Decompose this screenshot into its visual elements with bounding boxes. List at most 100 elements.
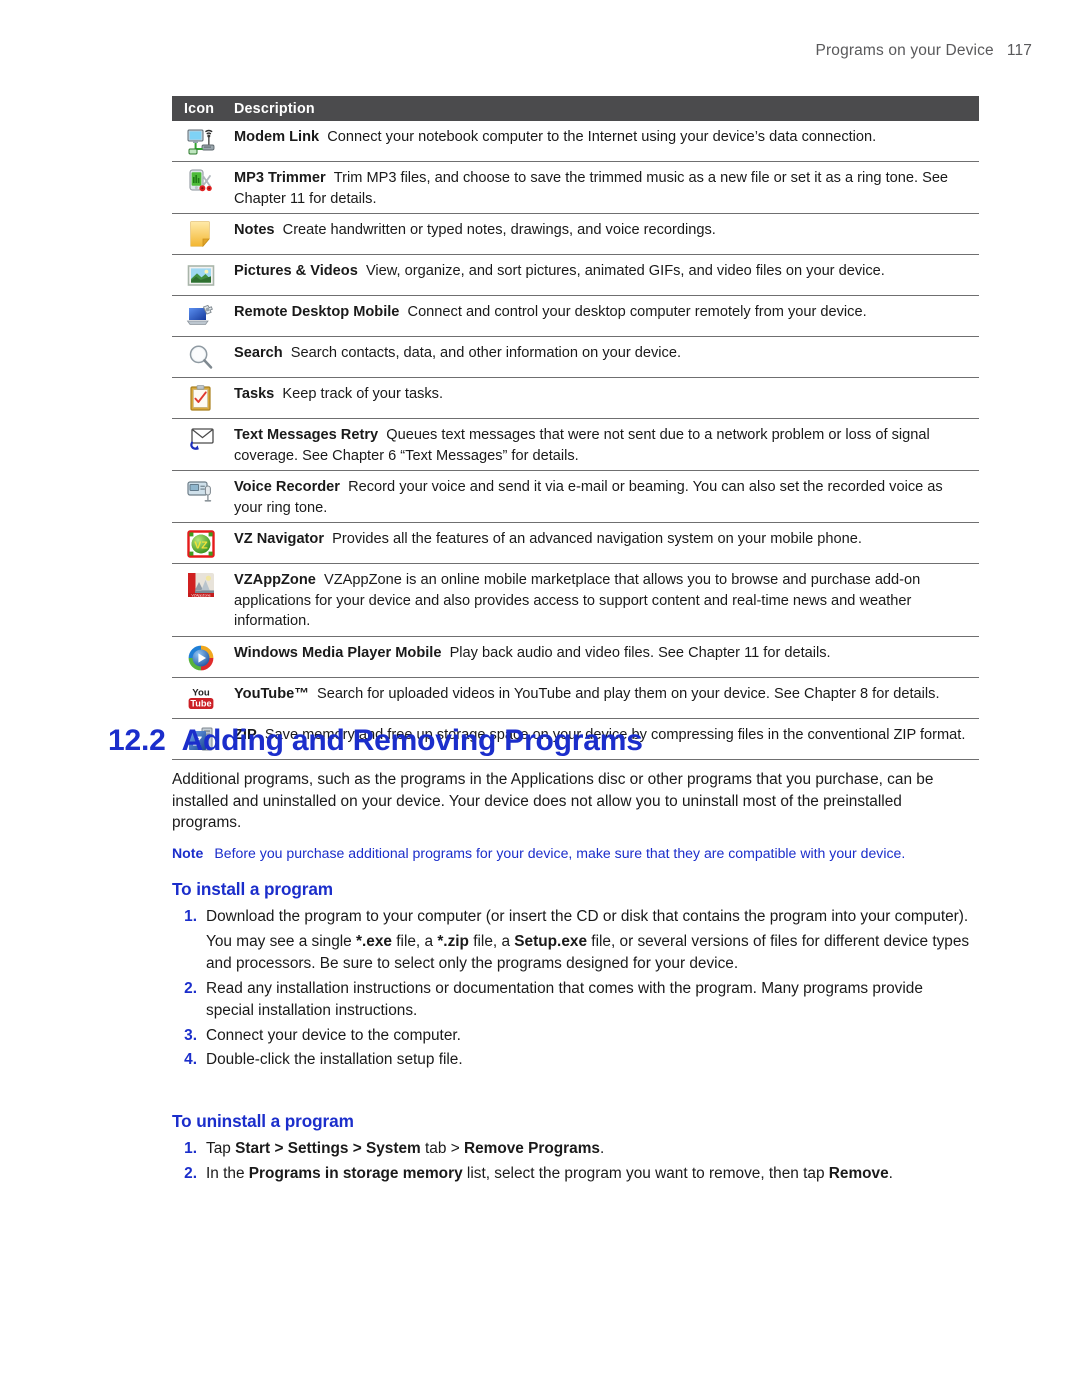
table-header-row: Icon Description [172,96,979,121]
program-name: VZ Navigator [234,531,325,547]
section-title: Adding and Removing Programs [181,724,643,757]
program-name: YouTube™ [234,685,309,702]
table-cell-description: VZ Navigator Provides all the features o… [234,528,979,550]
sub-para-a: You may see a single [206,932,357,950]
subheading-install: To install a program [172,879,333,899]
list-item: 1. Tap Start > Settings > System tab > R… [172,1138,972,1161]
sub-para-e: file, a [468,932,515,950]
list-item: 2. Read any installation instructions or… [172,978,972,1023]
table-row: MP3 Trimmer Trim MP3 files, and choose t… [172,162,979,214]
start-token: Start [235,1140,271,1157]
zip-token: *.zip [437,932,469,950]
program-description: Connect and control your desktop compute… [407,304,867,320]
install-sub-paragraph: You may see a single *.exe file, a *.zip… [206,931,972,976]
modem-link-icon [186,127,216,157]
column-header-icon: Icon [184,100,215,117]
table-cell-icon: VZ [172,528,234,559]
program-name: VZAppZone [234,572,316,588]
table-cell-icon: You Tube [172,683,234,714]
table-cell-description: Remote Desktop Mobile Connect and contro… [234,301,979,323]
youtube-icon: You Tube [186,684,216,714]
table-row: You Tube YouTube™ Search for uploaded vi… [172,678,979,719]
table-cell-icon: VZAppZone [172,569,234,600]
list-item-text: Connect your device to the computer. [206,1026,461,1044]
voice-recorder-icon [186,477,216,507]
table-row: Modem Link Connect your notebook compute… [172,121,979,162]
program-name: Text Messages Retry [234,427,379,443]
table-row: Pictures & Videos View, organize, and so… [172,255,979,296]
table-row: Tasks Keep track of your tasks. [172,378,979,419]
table-cell-icon [172,642,234,673]
list-marker: 1. [184,908,197,925]
program-description: Create handwritten or typed notes, drawi… [282,222,716,238]
program-description: Keep track of your tasks. [282,386,444,402]
table-row: Windows Media Player Mobile Play back au… [172,637,979,678]
table-cell-description: Tasks Keep track of your tasks. [234,383,979,405]
note-block: Note Before you purchase additional progr… [172,843,972,863]
list-marker: 1. [184,1140,197,1157]
system-token: System [365,1140,421,1157]
program-description: Record your voice and send it via e-mail… [234,479,943,516]
table-cell-description: MP3 Trimmer Trim MP3 files, and choose t… [234,167,979,209]
table-cell-icon [172,126,234,157]
program-name: Windows Media Player Mobile [234,644,442,661]
list-item-text: Download the program to your computer (o… [206,908,969,925]
table-body: Modem Link Connect your notebook compute… [172,121,979,760]
table-cell-description: Search Search contacts, data, and other … [234,342,979,364]
program-name: Pictures & Videos [234,263,358,279]
list-item: 2. In the Programs in storage memory lis… [172,1163,972,1186]
remove-token: Remove [828,1164,889,1182]
table-row: Voice Recorder Record your voice and sen… [172,471,979,523]
table-cell-icon [172,476,234,507]
list-item: 1. Download the program to your computer… [172,906,972,929]
text-messages-retry-icon [186,425,216,455]
list-marker: 2. [184,1164,197,1182]
table-cell-description: Modem Link Connect your notebook compute… [234,126,979,148]
table-cell-icon [172,301,234,332]
install-steps-list: 1. Download the program to your computer… [172,906,972,1074]
note-label: Note [172,845,204,861]
subheading-uninstall: To uninstall a program [172,1111,354,1131]
table-row: Notes Create handwritten or typed notes,… [172,214,979,255]
section-number: 12.2 [108,724,166,757]
table-cell-description: VZAppZone VZAppZone is an online mobile … [234,569,979,632]
pictures-videos-icon [186,261,216,291]
running-header-title: Programs on your Device [815,42,994,59]
list-item-text: In the Programs in storage memory list, … [206,1163,972,1186]
vz-navigator-icon: VZ [186,529,216,559]
programs-icon-table: Icon Description Modem Link Connect your… [172,96,979,760]
table-cell-description: Windows Media Player Mobile Play back au… [234,642,979,664]
table-cell-description: Voice Recorder Record your voice and sen… [234,476,979,518]
program-description: Trim MP3 files, and choose to save the t… [234,170,949,207]
table-cell-icon [172,424,234,455]
list-item: 3. Connect your device to the computer. [172,1025,972,1048]
program-description: Search for uploaded videos in YouTube an… [316,685,940,702]
vzappzone-icon: VZAppZone [186,570,216,600]
mp3-trimmer-icon [186,168,216,198]
table-row: Search Search contacts, data, and other … [172,337,979,378]
program-name: Notes [234,222,275,238]
sub-para-c: file, a [391,932,438,950]
table-cell-description: Pictures & Videos View, organize, and so… [234,260,979,282]
step2-a: In the [206,1164,249,1182]
programs-in-storage-memory-token: Programs in storage memory [248,1164,463,1182]
remote-desktop-mobile-icon [186,302,216,332]
svg-text:You: You [192,687,210,698]
step1-i: . [599,1140,605,1157]
program-description: Play back audio and video files. See Cha… [449,644,831,661]
uninstall-steps-list: 1. Tap Start > Settings > System tab > R… [172,1138,972,1187]
step1-g: tab > [420,1140,464,1157]
table-row: VZ VZ Navigator Provides all the feature… [172,523,979,564]
setup-exe-token: Setup.exe [514,932,588,950]
step2-c: list, select the program you want to rem… [462,1164,829,1182]
program-description: Connect your notebook computer to the In… [327,129,877,145]
svg-text:VZ: VZ [194,539,208,551]
table-cell-description: Notes Create handwritten or typed notes,… [234,219,979,241]
program-name: Search [234,345,283,361]
sep-1: > [270,1140,288,1157]
svg-text:VZAppZone: VZAppZone [191,593,210,597]
remove-programs-token: Remove Programs [463,1140,600,1157]
program-name: Tasks [234,386,275,402]
list-marker: 2. [184,979,197,997]
settings-token: Settings [287,1140,349,1157]
